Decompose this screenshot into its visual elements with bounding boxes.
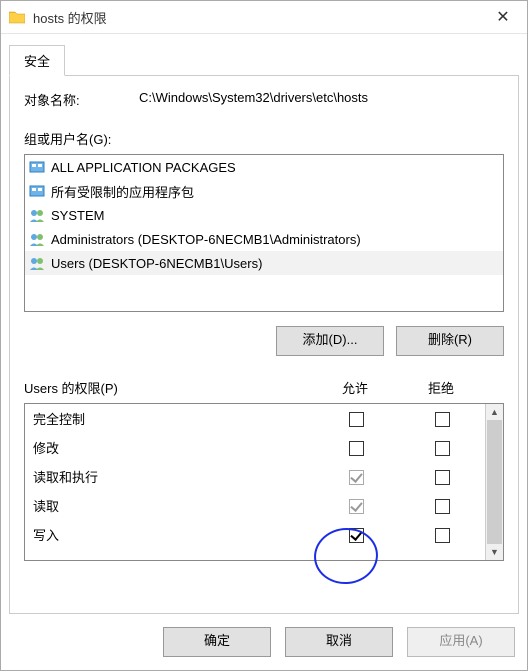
perm-row-read-execute: 读取和执行 [25, 462, 485, 491]
deny-checkbox[interactable] [435, 441, 450, 456]
apply-button[interactable]: 应用(A) [407, 627, 515, 657]
add-button[interactable]: 添加(D)... [276, 326, 384, 356]
ok-button[interactable]: 确定 [163, 627, 271, 657]
group-buttons: 添加(D)... 删除(R) [24, 326, 504, 356]
perm-row-modify: 修改 [25, 433, 485, 462]
list-item[interactable]: ALL APPLICATION PACKAGES [25, 155, 503, 179]
scroll-down-icon[interactable]: ▼ [486, 544, 503, 560]
deny-checkbox[interactable] [435, 470, 450, 485]
perm-label: 修改 [33, 438, 313, 457]
list-item-label: Administrators (DESKTOP-6NECMB1\Administ… [51, 232, 361, 247]
deny-checkbox[interactable] [435, 412, 450, 427]
titlebar: hosts 的权限 ✕ [1, 1, 527, 34]
scroll-thumb[interactable] [487, 420, 502, 544]
users-icon [29, 231, 45, 247]
list-item-label: 所有受限制的应用程序包 [51, 182, 194, 201]
allow-checkbox[interactable] [349, 412, 364, 427]
object-path: C:\Windows\System32\drivers\etc\hosts [139, 90, 504, 109]
scrollbar[interactable]: ▲ ▼ [485, 404, 503, 560]
folder-icon [9, 10, 25, 24]
deny-checkbox[interactable] [435, 499, 450, 514]
allow-header: 允许 [312, 378, 398, 397]
list-item-label: Users (DESKTOP-6NECMB1\Users) [51, 256, 262, 271]
perm-row-full-control: 完全控制 [25, 404, 485, 433]
package-icon [29, 159, 45, 175]
groups-label: 组或用户名(G): [24, 129, 504, 148]
object-label: 对象名称: [24, 90, 139, 109]
list-item[interactable]: SYSTEM [25, 203, 503, 227]
package-icon [29, 183, 45, 199]
list-item-label: ALL APPLICATION PACKAGES [51, 160, 236, 175]
scroll-track[interactable] [486, 420, 503, 544]
perm-label: 读取和执行 [33, 467, 313, 486]
groups-listbox[interactable]: ALL APPLICATION PACKAGES 所有受限制的应用程序包 SYS… [24, 154, 504, 312]
perm-row-read: 读取 [25, 491, 485, 520]
tab-panel-security: 对象名称: C:\Windows\System32\drivers\etc\ho… [9, 75, 519, 614]
permissions-label: Users 的权限(P) [24, 378, 312, 397]
list-item[interactable]: Users (DESKTOP-6NECMB1\Users) [25, 251, 503, 275]
list-item-label: SYSTEM [51, 208, 104, 223]
list-item[interactable]: Administrators (DESKTOP-6NECMB1\Administ… [25, 227, 503, 251]
scroll-up-icon[interactable]: ▲ [486, 404, 503, 420]
cancel-button[interactable]: 取消 [285, 627, 393, 657]
permissions-dialog: hosts 的权限 ✕ 安全 对象名称: C:\Windows\System32… [0, 0, 528, 671]
deny-header: 拒绝 [398, 378, 484, 397]
allow-checkbox[interactable] [349, 499, 364, 514]
permissions-table: 完全控制 修改 读取和执行 读取 [24, 403, 504, 561]
close-button[interactable]: ✕ [483, 2, 523, 32]
deny-checkbox[interactable] [435, 528, 450, 543]
allow-checkbox[interactable] [349, 470, 364, 485]
dialog-buttons: 确定 取消 应用(A) [1, 614, 527, 670]
users-icon [29, 207, 45, 223]
perm-label: 写入 [33, 525, 313, 544]
permissions-header: Users 的权限(P) 允许 拒绝 [24, 378, 504, 397]
perm-row-write: 写入 [25, 520, 485, 549]
tabstrip: 安全 [1, 34, 527, 75]
permissions-rows: 完全控制 修改 读取和执行 读取 [25, 404, 485, 560]
window-title: hosts 的权限 [33, 8, 483, 27]
perm-label: 完全控制 [33, 409, 313, 428]
object-row: 对象名称: C:\Windows\System32\drivers\etc\ho… [24, 90, 504, 109]
tab-security[interactable]: 安全 [9, 45, 65, 76]
close-icon: ✕ [496, 7, 509, 27]
perm-label: 读取 [33, 496, 313, 515]
remove-button[interactable]: 删除(R) [396, 326, 504, 356]
users-icon [29, 255, 45, 271]
allow-checkbox[interactable] [349, 528, 364, 543]
allow-checkbox[interactable] [349, 441, 364, 456]
list-item[interactable]: 所有受限制的应用程序包 [25, 179, 503, 203]
